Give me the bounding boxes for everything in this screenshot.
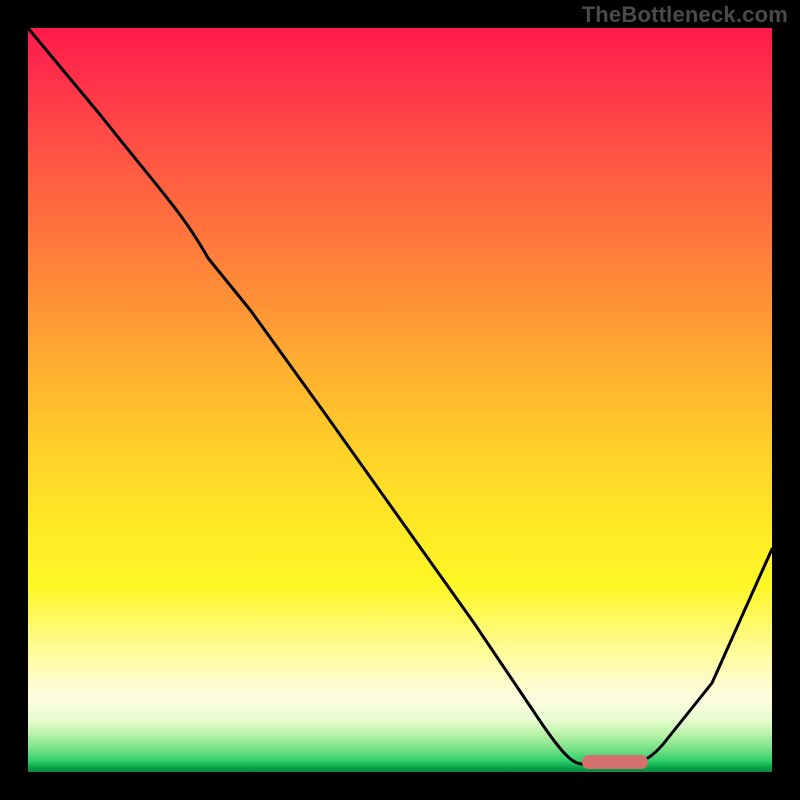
plot-area <box>28 28 772 772</box>
watermark-text: TheBottleneck.com <box>582 2 788 28</box>
chart-svg <box>28 28 772 772</box>
optimal-marker <box>582 755 648 769</box>
chart-frame: TheBottleneck.com <box>0 0 800 800</box>
bottleneck-curve <box>28 28 772 765</box>
